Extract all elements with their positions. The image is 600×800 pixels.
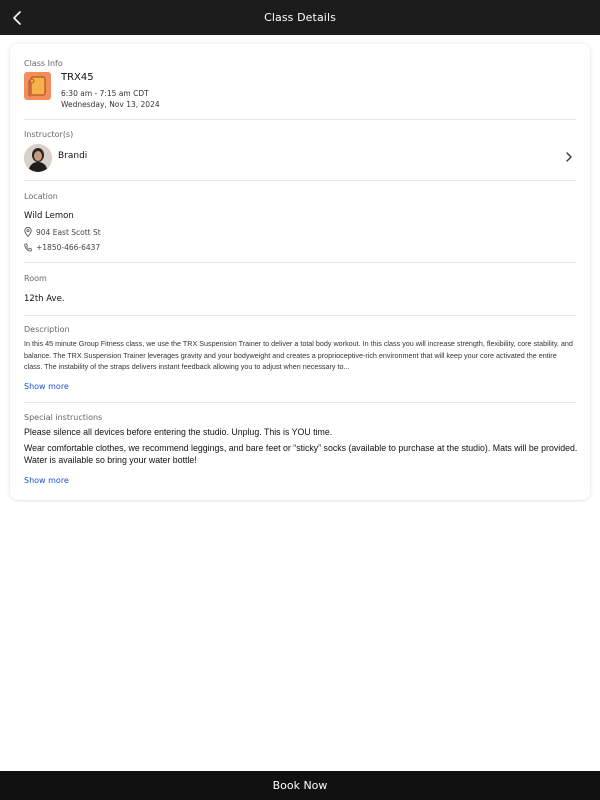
class-date: Wednesday, Nov 13, 2024: [61, 100, 160, 109]
map-pin-icon: [24, 227, 32, 237]
class-name: TRX45: [61, 72, 94, 83]
phone-icon: [24, 243, 32, 252]
divider: [24, 262, 576, 263]
chevron-left-icon: [12, 10, 21, 25]
room-name: 12th Ave.: [24, 294, 65, 304]
page-title: Class Details: [264, 11, 336, 24]
instructor-name[interactable]: Brandi: [58, 151, 87, 161]
chevron-right-icon[interactable]: [562, 150, 576, 164]
location-address[interactable]: 904 East Scott St: [24, 227, 101, 237]
description-text: In this 45 minute Group Fitness class, w…: [24, 339, 573, 372]
divider: [24, 402, 576, 403]
class-info-label: Class Info: [24, 59, 63, 68]
top-bar: Class Details: [0, 0, 600, 35]
instructor-label: Instructor(s): [24, 130, 74, 139]
special-instructions-line-2: Wear comfortable clothes, we recommend l…: [24, 443, 578, 465]
divider: [24, 180, 576, 181]
address-text: 904 East Scott St: [36, 227, 101, 237]
book-now-button[interactable]: Book Now: [0, 771, 600, 800]
class-details-card: Class Info TRX45 6:30 am - 7:15 am CDT W…: [10, 44, 590, 500]
divider: [24, 119, 576, 120]
location-name: Wild Lemon: [24, 211, 74, 221]
description-label: Description: [24, 325, 70, 334]
divider: [24, 315, 576, 316]
class-info-section: Class Info TRX45 6:30 am - 7:15 am CDT W…: [24, 44, 576, 118]
back-button[interactable]: [4, 4, 31, 31]
special-instructions-show-more-link[interactable]: Show more: [24, 476, 69, 485]
location-phone[interactable]: +1850-466-6437: [24, 243, 100, 252]
class-thumbnail: [24, 72, 51, 100]
location-label: Location: [24, 192, 58, 201]
class-time: 6:30 am - 7:15 am CDT: [61, 89, 149, 98]
instructor-avatar[interactable]: [24, 144, 52, 172]
phone-text: +1850-466-6437: [36, 243, 101, 252]
yoga-mat-icon: [27, 76, 46, 97]
instructor-photo: [24, 144, 52, 172]
special-instructions-label: Special instructions: [24, 413, 103, 422]
book-now-label: Book Now: [272, 779, 328, 792]
room-label: Room: [24, 274, 47, 283]
special-instructions-line-1: Please silence all devices before enteri…: [24, 427, 333, 437]
description-show-more-link[interactable]: Show more: [24, 382, 69, 391]
